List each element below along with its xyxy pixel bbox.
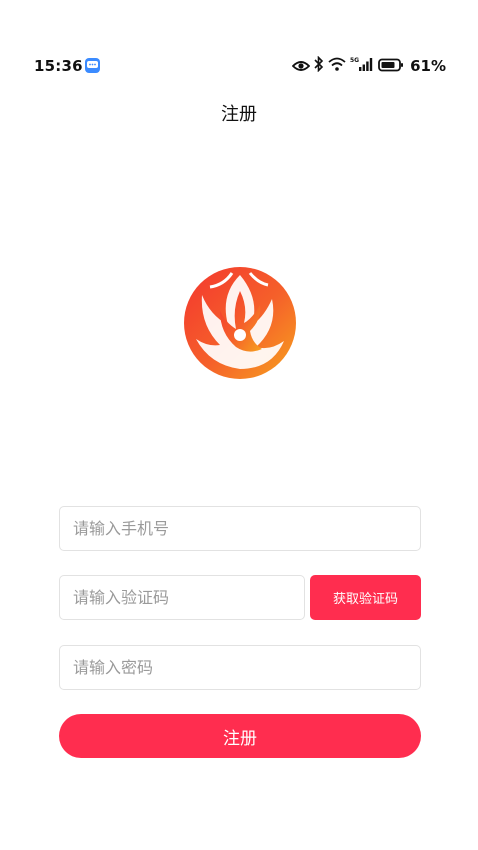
code-field-container [59, 575, 305, 620]
signal-5g-icon: 5G [350, 56, 374, 76]
status-icons: 5G 61% [291, 55, 446, 76]
network-label: 5G [350, 57, 359, 64]
page-title: 注册 [221, 104, 257, 125]
bluetooth-icon [314, 55, 324, 76]
password-field-container [59, 645, 421, 690]
status-bar: 15:36 5G 61% [0, 0, 478, 75]
wifi-icon [328, 57, 346, 76]
phone-field-container [59, 506, 421, 551]
message-app-icon [85, 58, 100, 73]
register-button[interactable]: 注册 [59, 714, 421, 758]
password-input[interactable] [60, 646, 420, 689]
eye-icon [291, 57, 311, 76]
battery-icon [378, 57, 404, 76]
get-code-button[interactable]: 获取验证码 [310, 575, 421, 620]
status-time: 15:36 [34, 57, 83, 75]
phoenix-logo [180, 265, 300, 381]
verification-code-input[interactable] [60, 576, 304, 619]
phone-input[interactable] [60, 507, 420, 550]
battery-percent: 61% [410, 57, 446, 75]
